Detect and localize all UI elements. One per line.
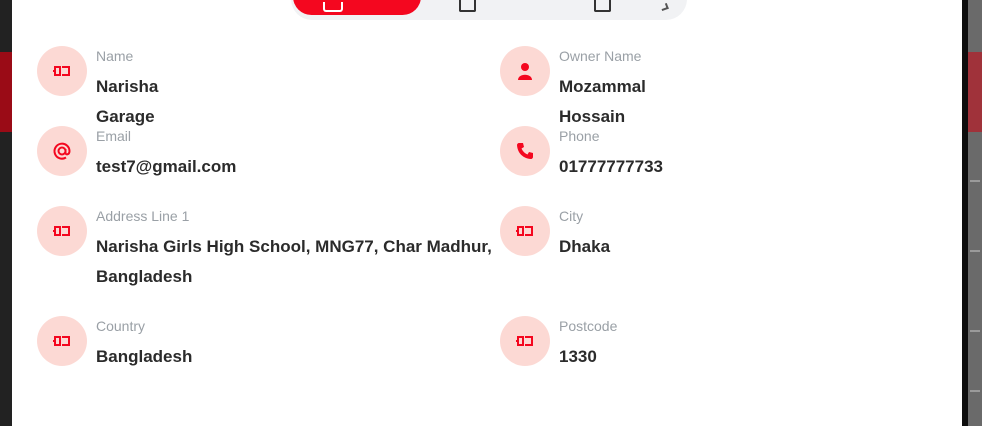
plug-icon <box>37 206 87 256</box>
tab-garage[interactable] <box>293 0 421 15</box>
modal-edge <box>962 0 968 426</box>
address-label: Address Line 1 <box>96 208 190 224</box>
person-icon <box>500 46 550 96</box>
plug-icon <box>37 316 87 366</box>
country-value: Bangladesh <box>96 347 193 366</box>
backdrop-header <box>0 52 12 132</box>
postcode-value: 1330 <box>559 347 597 366</box>
postcode-label: Postcode <box>559 318 618 334</box>
phone-value: 01777777733 <box>559 157 664 176</box>
plug-icon <box>37 46 87 96</box>
email-value: test7@gmail.com <box>96 157 237 176</box>
garage-details-modal: Name Narisha Garage Owner Name Mozammal … <box>12 0 962 426</box>
clipboard-icon[interactable] <box>594 0 611 12</box>
name-label: Name <box>96 48 134 64</box>
phone-label: Phone <box>559 128 600 144</box>
detail-tabs <box>291 0 687 20</box>
car-icon <box>323 2 343 12</box>
plug-icon <box>500 316 550 366</box>
city-label: City <box>559 208 584 224</box>
owner-name-value: Mozammal Hossain <box>559 77 646 126</box>
name-value: Narisha Garage <box>96 77 159 126</box>
phone-icon <box>500 126 550 176</box>
tab-label-fragment <box>660 2 669 12</box>
email-label: Email <box>96 128 132 144</box>
address-value: Narisha Girls High School, MNG77, Char M… <box>96 237 492 286</box>
owner-name-label: Owner Name <box>559 48 642 64</box>
calendar-icon[interactable] <box>459 0 476 12</box>
city-value: Dhaka <box>559 237 611 256</box>
country-label: Country <box>96 318 146 334</box>
plug-icon <box>500 206 550 256</box>
backdrop-header-right <box>966 52 982 132</box>
at-sign-icon <box>37 126 87 176</box>
